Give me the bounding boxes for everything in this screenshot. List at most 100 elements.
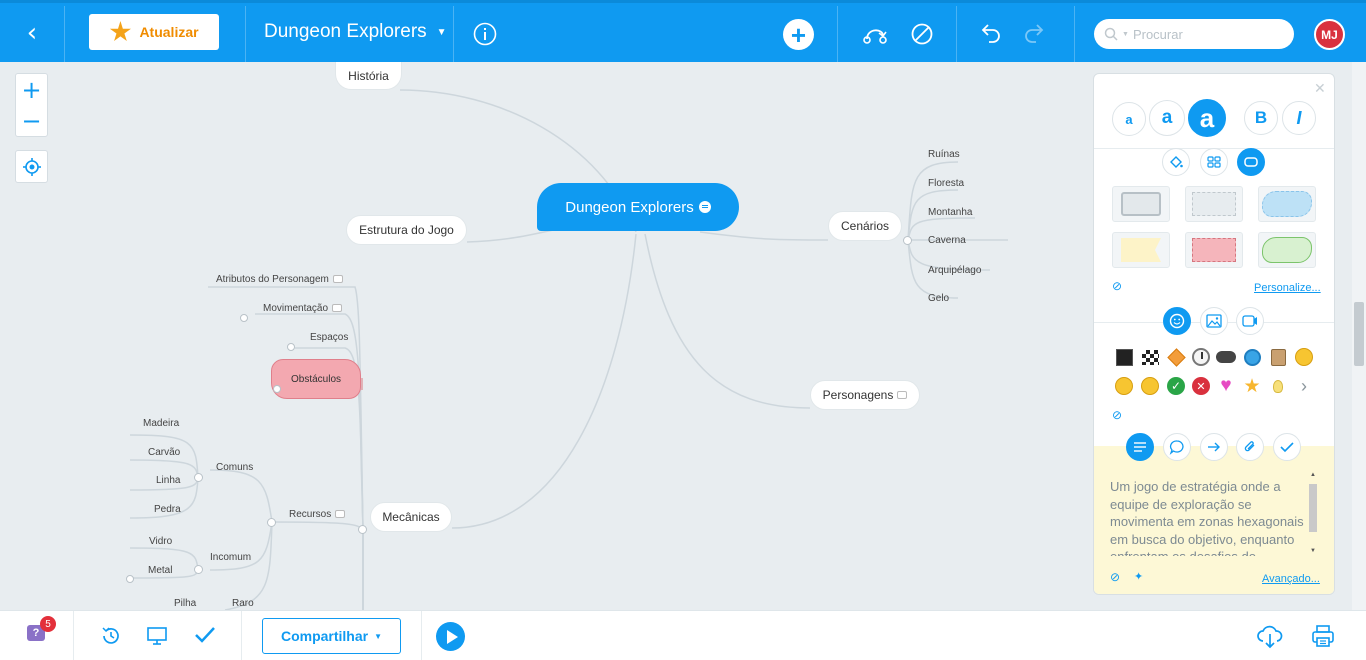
no-icon-icon[interactable]: ⊘ — [1112, 408, 1122, 422]
image-tab-icon[interactable] — [1200, 307, 1228, 335]
collapse-toggle[interactable] — [267, 518, 276, 527]
neutral-face-icon[interactable] — [1114, 376, 1134, 396]
subtopic-gelo[interactable]: Gelo — [928, 293, 949, 304]
help-icon[interactable]: ? 5 — [27, 616, 56, 645]
font-size-small-button[interactable]: a — [1112, 102, 1146, 136]
smiley-icon[interactable] — [1294, 347, 1314, 367]
presentation-icon[interactable] — [146, 626, 168, 651]
update-button[interactable]: Atualizar — [89, 14, 219, 50]
collapse-toggle[interactable] — [903, 236, 912, 245]
share-button[interactable]: Compartilhar ▼ — [262, 618, 401, 654]
lightbulb-icon[interactable] — [1268, 376, 1288, 396]
link-arrow-tab-icon[interactable] — [1200, 433, 1228, 461]
subtopic-comuns[interactable]: Comuns — [216, 462, 253, 473]
collapse-toggle[interactable] — [287, 343, 295, 351]
blue-clock-icon[interactable] — [1242, 347, 1262, 367]
scrollbar-thumb[interactable] — [1354, 302, 1364, 366]
no-shape-icon[interactable]: ⊘ — [1112, 279, 1122, 293]
clear-note-icon[interactable]: ⊘ — [1110, 570, 1120, 584]
shape-banner-yellow[interactable] — [1112, 232, 1170, 268]
sad-face-icon[interactable] — [1140, 376, 1160, 396]
search-input[interactable] — [1132, 26, 1283, 42]
font-size-medium-button[interactable]: a — [1149, 100, 1185, 136]
heart-icon[interactable]: ♥ — [1216, 375, 1236, 396]
map-title-dropdown[interactable]: Dungeon Explorers ▼ — [264, 21, 447, 43]
subtopic-atributos[interactable]: Atributos do Personagem — [216, 274, 343, 285]
bold-button[interactable]: B — [1244, 101, 1278, 135]
leaf-linha[interactable]: Linha — [156, 475, 180, 486]
collapse-toggle[interactable] — [194, 565, 203, 574]
scrollbar-thumb[interactable] — [1309, 484, 1317, 532]
magic-wand-icon[interactable]: ✦ — [1134, 570, 1143, 583]
clock-icon[interactable] — [1191, 347, 1211, 367]
leaf-pedra[interactable]: Pedra — [154, 504, 181, 515]
collapse-toggle[interactable] — [240, 314, 248, 322]
zoom-in-button[interactable]: + — [16, 74, 47, 105]
redo-icon[interactable] — [1023, 22, 1047, 44]
font-size-large-button[interactable]: a — [1188, 99, 1226, 137]
notes-scrollbar[interactable]: ▲ ▼ — [1308, 472, 1318, 558]
leaf-madeira[interactable]: Madeira — [143, 418, 179, 429]
center-target-icon[interactable] — [16, 151, 47, 182]
gamepad-icon[interactable] — [1216, 347, 1236, 367]
info-icon[interactable] — [472, 21, 498, 47]
shape-rectangle-dashed[interactable] — [1185, 186, 1243, 222]
user-avatar[interactable]: MJ — [1314, 19, 1345, 50]
back-chevron-icon[interactable]: ‹ — [20, 18, 44, 48]
black-square-icon[interactable] — [1114, 347, 1134, 367]
task-tab-icon[interactable] — [1273, 433, 1301, 461]
emoji-tab-icon[interactable] — [1163, 307, 1191, 335]
red-x-icon[interactable]: ✕ — [1191, 376, 1211, 396]
collapse-toggle[interactable] — [273, 385, 281, 393]
leaf-carvao[interactable]: Carvão — [148, 447, 180, 458]
undo-icon[interactable] — [978, 22, 1002, 44]
layout-icon[interactable] — [1200, 148, 1228, 176]
play-button[interactable] — [436, 622, 465, 651]
zoom-out-button[interactable]: − — [16, 105, 47, 136]
collapse-toggle[interactable] — [358, 525, 367, 534]
advanced-link[interactable]: Avançado... — [1262, 573, 1320, 585]
shape-style-icon[interactable] — [1237, 148, 1265, 176]
subtopic-ruinas[interactable]: Ruínas — [928, 149, 960, 160]
collapse-toggle[interactable] — [194, 473, 203, 482]
cloud-download-icon[interactable] — [1256, 623, 1284, 654]
collapse-toggle[interactable] — [126, 575, 134, 583]
checkmark-icon[interactable] — [194, 625, 216, 650]
star-icon[interactable]: ★ — [1242, 376, 1262, 397]
central-node[interactable]: Dungeon Explorers — [537, 183, 739, 231]
green-check-icon[interactable]: ✓ — [1166, 376, 1186, 396]
scroll-down-icon[interactable]: ▼ — [1310, 548, 1316, 554]
leaf-pilha[interactable]: Pilha — [174, 598, 196, 609]
vertical-scrollbar[interactable] — [1352, 62, 1366, 610]
leaf-metal[interactable]: Metal — [148, 565, 172, 576]
diamond-icon[interactable] — [1166, 347, 1186, 367]
leaf-vidro[interactable]: Vidro — [149, 536, 172, 547]
search-box[interactable]: ▼ — [1094, 19, 1294, 49]
topic-estrutura-do-jogo[interactable]: Estrutura do Jogo — [346, 215, 467, 245]
history-icon[interactable] — [100, 625, 122, 652]
subtopic-raro[interactable]: Raro — [232, 598, 254, 609]
shape-cloud-blue[interactable] — [1258, 186, 1316, 222]
video-tab-icon[interactable] — [1236, 307, 1264, 335]
italic-button[interactable]: I — [1282, 101, 1316, 135]
close-icon[interactable]: ✕ — [1314, 80, 1326, 97]
topic-personagens[interactable]: Personagens — [810, 380, 920, 410]
comment-tab-icon[interactable] — [1163, 433, 1191, 461]
subtopic-floresta[interactable]: Floresta — [928, 178, 964, 189]
no-style-icon[interactable] — [910, 22, 934, 46]
paint-bucket-icon[interactable] — [1162, 148, 1190, 176]
subtopic-obstaculos[interactable]: Obstáculos — [271, 359, 361, 399]
add-node-button[interactable]: + — [783, 19, 814, 50]
shape-cloud-green[interactable] — [1258, 232, 1316, 268]
relationship-icon[interactable] — [862, 22, 888, 46]
print-icon[interactable] — [1311, 624, 1335, 653]
chevron-right-icon[interactable]: › — [1294, 376, 1314, 396]
address-book-icon[interactable] — [1268, 347, 1288, 367]
subtopic-espacos[interactable]: Espaços — [310, 332, 348, 343]
note-text[interactable]: Um jogo de estratégia onde a equipe de e… — [1110, 478, 1310, 556]
subtopic-caverna[interactable]: Caverna — [928, 235, 966, 246]
subtopic-recursos[interactable]: Recursos — [289, 509, 346, 520]
subtopic-movimentacao[interactable]: Movimentação — [263, 303, 343, 314]
customize-link[interactable]: Personalize... — [1254, 282, 1321, 294]
subtopic-incomum[interactable]: Incomum — [210, 552, 251, 563]
